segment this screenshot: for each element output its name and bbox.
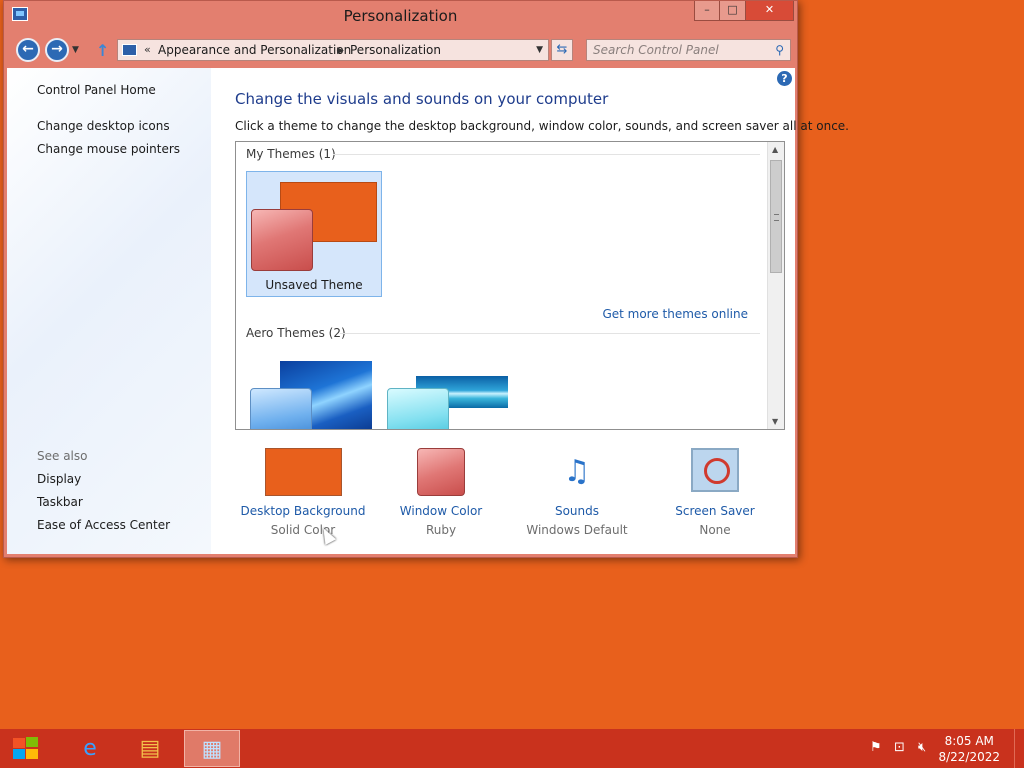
up-button[interactable]: ↑	[96, 41, 109, 60]
forward-arrow-icon: →	[51, 41, 63, 57]
page-heading: Change the visuals and sounds on your co…	[235, 90, 609, 108]
screen-saver-value: None	[699, 523, 731, 537]
refresh-button[interactable]: ⇆	[551, 39, 573, 61]
theme-name: Unsaved Theme	[265, 278, 363, 292]
network-icon[interactable]: ⊡	[894, 740, 905, 755]
window-color-icon[interactable]	[416, 448, 466, 498]
sounds-icon[interactable]: ♫	[552, 448, 602, 498]
close-button[interactable]: ✕	[746, 1, 794, 21]
window-color-setting[interactable]: Window Color Ruby	[371, 448, 511, 537]
volume-muted-icon[interactable]: 🔇︎	[918, 740, 926, 755]
scroll-up-arrow-icon[interactable]: ▲	[772, 145, 778, 154]
screen-saver-setting[interactable]: Screen Saver None	[645, 448, 785, 537]
address-bar[interactable]: « Appearance and Personalization ▶ Perso…	[117, 39, 549, 61]
window-color-link[interactable]: Window Color	[371, 504, 511, 518]
system-tray: ⚑ ⊡ 🔇︎ 8:05 AM 8/22/2022	[864, 729, 1024, 768]
theme-color-preview	[250, 388, 312, 429]
forward-button[interactable]: →	[45, 38, 69, 62]
main-pane: ? Change the visuals and sounds on your …	[211, 68, 849, 554]
clock-date: 8/22/2022	[938, 750, 1000, 764]
maximize-button[interactable]: □	[720, 1, 746, 21]
desktop-background-link[interactable]: Desktop Background	[233, 504, 373, 518]
title-bar[interactable]: Personalization – □ ✕	[4, 1, 797, 32]
desktop-background-value: Solid Color	[270, 523, 336, 537]
window-color-value: Ruby	[425, 523, 457, 537]
scroll-down-arrow-icon[interactable]: ▼	[772, 417, 778, 426]
address-dropdown-icon[interactable]: ▼	[536, 45, 543, 55]
grip-icon	[774, 214, 779, 221]
address-overflow-chevron[interactable]: «	[144, 43, 151, 56]
taskbar: e ▤ ▦ ⚑ ⊡ 🔇︎ 8:05 AM 8/22/2022	[0, 729, 1024, 768]
theme-tile-unsaved[interactable]: Unsaved Theme	[246, 171, 382, 297]
recent-pages-dropdown[interactable]: ▼	[72, 45, 79, 55]
theme-color-preview	[387, 388, 449, 429]
get-more-themes-link[interactable]: Get more themes online	[602, 307, 748, 321]
ease-of-access-link[interactable]: Ease of Access Center	[37, 518, 170, 532]
task-pane: Control Panel Home Change desktop icons …	[7, 68, 211, 554]
action-center-flag-icon[interactable]: ⚑	[870, 740, 882, 755]
window-title: Personalization	[343, 7, 458, 25]
windows-logo-icon	[13, 738, 25, 748]
back-button[interactable]: ←	[16, 38, 40, 62]
breadcrumb-personalization[interactable]: Personalization	[350, 43, 441, 57]
desktop-background-setting[interactable]: Desktop Background Solid Color	[233, 448, 373, 537]
search-icon[interactable]: ⚲	[775, 43, 784, 57]
minimize-button[interactable]: –	[694, 1, 720, 21]
taskbar-link[interactable]: Taskbar	[37, 495, 83, 509]
personalization-window: Personalization – □ ✕ ← → ▼ ↑ « Appearan…	[3, 0, 849, 558]
sounds-value: Windows Default	[526, 523, 628, 537]
my-themes-group-title: My Themes (1)	[246, 147, 336, 161]
group-divider	[340, 333, 760, 334]
theme-color-preview	[251, 209, 313, 271]
show-desktop-button[interactable]	[1014, 729, 1024, 768]
display-link[interactable]: Display	[37, 472, 81, 486]
breadcrumb-appearance[interactable]: Appearance and Personalization	[158, 43, 351, 57]
back-arrow-icon: ←	[22, 41, 34, 57]
content-area: Control Panel Home Change desktop icons …	[7, 68, 849, 554]
control-panel-home-link[interactable]: Control Panel Home	[37, 83, 156, 97]
page-description: Click a theme to change the desktop back…	[235, 119, 849, 133]
sounds-setting[interactable]: ♫ Sounds Windows Default	[507, 448, 647, 537]
internet-explorer-icon[interactable]: e	[62, 730, 118, 767]
change-mouse-pointers-link[interactable]: Change mouse pointers	[37, 142, 180, 156]
change-desktop-icons-link[interactable]: Change desktop icons	[37, 119, 170, 133]
window-controls: – □ ✕	[694, 1, 794, 22]
screen-saver-icon[interactable]	[690, 448, 740, 498]
start-button[interactable]	[12, 737, 40, 761]
search-placeholder: Search Control Panel	[593, 43, 719, 57]
clock[interactable]: 8:05 AM 8/22/2022	[938, 733, 1000, 765]
help-button[interactable]: ?	[777, 71, 792, 86]
navigation-bar: ← → ▼ ↑ « Appearance and Personalization…	[4, 35, 797, 65]
search-input[interactable]: Search Control Panel ⚲	[586, 39, 791, 61]
theme-list-scrollbar[interactable]: ▲ ▼	[767, 142, 784, 429]
refresh-icon: ⇆	[556, 42, 568, 57]
aero-themes-group-title: Aero Themes (2)	[246, 326, 346, 340]
see-also-label: See also	[37, 449, 88, 463]
control-panel-icon	[122, 44, 137, 56]
screen-saver-link[interactable]: Screen Saver	[645, 504, 785, 518]
file-explorer-icon[interactable]: ▤	[122, 730, 178, 767]
breadcrumb-separator-icon[interactable]: ▶	[337, 46, 344, 56]
group-divider	[333, 154, 760, 155]
scrollbar-thumb[interactable]	[770, 160, 782, 273]
desktop-background-icon[interactable]	[264, 448, 342, 498]
sounds-link[interactable]: Sounds	[507, 504, 647, 518]
control-panel-icon[interactable]: ▦	[184, 730, 240, 767]
theme-list: My Themes (1) Unsaved Theme Get more the…	[235, 141, 785, 430]
clock-time: 8:05 AM	[944, 734, 994, 748]
